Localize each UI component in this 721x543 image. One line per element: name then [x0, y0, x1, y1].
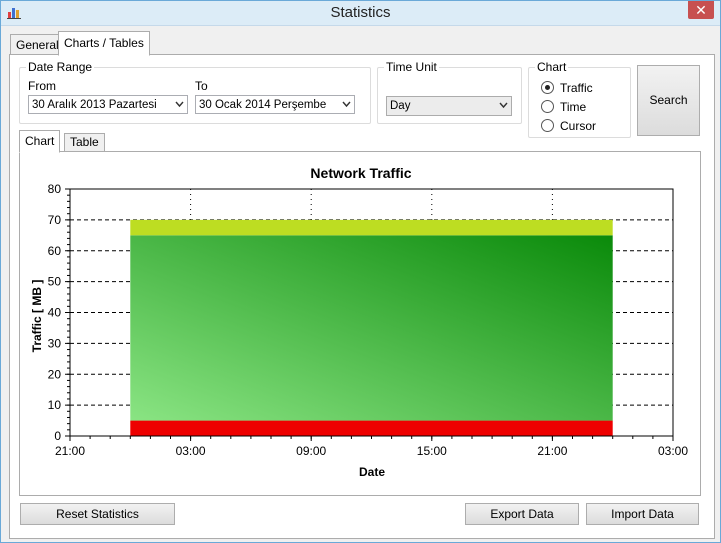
y-tick-label: 50: [48, 275, 62, 289]
radio-cursor-label: Cursor: [560, 119, 597, 133]
close-icon: ✕: [695, 2, 707, 18]
from-label: From: [28, 79, 56, 93]
x-tick-label: 03:00: [176, 444, 206, 458]
time-unit-group: Time Unit Day: [377, 60, 522, 124]
to-date-value: 30 Ocak 2014 Perşembe: [199, 99, 327, 111]
date-range-label: Date Range: [26, 60, 95, 74]
x-axis-label: Date: [359, 465, 385, 479]
time-unit-value: Day: [390, 100, 411, 112]
date-range-group: Date Range From 30 Aralık 2013 Pazartesi…: [19, 60, 371, 124]
statistics-window: Statistics ✕ General Charts / Tables Dat…: [0, 0, 721, 543]
area-series-0: [130, 420, 613, 436]
tab-general[interactable]: General: [10, 34, 65, 56]
radio-time-button[interactable]: [541, 100, 554, 113]
chevron-down-icon: [499, 102, 508, 109]
close-button[interactable]: ✕: [688, 1, 714, 19]
x-tick-label: 21:00: [55, 444, 85, 458]
to-label: To: [195, 79, 208, 93]
radio-traffic-button[interactable]: [541, 81, 554, 94]
tab-chart-label: Chart: [25, 134, 55, 148]
x-tick-label: 09:00: [296, 444, 326, 458]
x-tick-label: 03:00: [658, 444, 688, 458]
y-tick-label: 40: [48, 306, 62, 320]
reset-statistics-button[interactable]: Reset Statistics: [20, 503, 175, 525]
search-button[interactable]: Search: [637, 65, 700, 136]
time-unit-label: Time Unit: [384, 60, 439, 74]
y-tick-label: 60: [48, 244, 62, 258]
y-axis-label: Traffic [ MB ]: [30, 280, 44, 353]
tab-charts-tables[interactable]: Charts / Tables: [58, 31, 150, 56]
import-data-button[interactable]: Import Data: [586, 503, 699, 525]
chart-panel: Network Traffic 0 10 20 30 40 50 60 70 80 21:00 03…: [19, 151, 701, 496]
radio-cursor-button[interactable]: [541, 119, 554, 132]
area-series-1: [130, 235, 613, 421]
chart-type-label: Chart: [535, 60, 569, 74]
tab-table[interactable]: Table: [64, 133, 105, 152]
window-title: Statistics: [330, 4, 391, 21]
tab-charts-tables-label: Charts / Tables: [64, 36, 144, 50]
chevron-down-icon: [175, 101, 184, 108]
area-series-2: [130, 219, 613, 236]
radio-traffic-label: Traffic: [560, 81, 593, 95]
y-tick-label: 30: [48, 336, 62, 350]
y-tick-label: 70: [48, 213, 62, 227]
tab-table-label: Table: [70, 135, 99, 149]
y-tick-label: 0: [54, 429, 61, 443]
radio-time-label: Time: [560, 100, 587, 114]
time-unit-select[interactable]: Day: [386, 96, 512, 116]
x-tick-label: 21:00: [537, 444, 567, 458]
title-bar: Statistics ✕: [1, 1, 720, 26]
chart-title: Network Traffic: [310, 165, 411, 181]
chart-type-group: Chart Traffic Time Cursor: [528, 60, 631, 138]
export-data-button[interactable]: Export Data: [465, 503, 579, 525]
tab-general-label: General: [16, 38, 59, 52]
tab-chart[interactable]: Chart: [19, 130, 61, 153]
from-date-value: 30 Aralık 2013 Pazartesi: [32, 99, 157, 111]
from-date-picker[interactable]: 30 Aralık 2013 Pazartesi: [28, 95, 188, 114]
network-traffic-chart: Network Traffic 0 10 20 30 40 50 60 70 80 21:00 03…: [30, 165, 688, 479]
y-tick-label: 20: [48, 367, 62, 381]
to-date-picker[interactable]: 30 Ocak 2014 Perşembe: [195, 95, 355, 114]
chevron-down-icon: [342, 101, 351, 108]
y-tick-label: 10: [48, 398, 62, 412]
y-tick-label: 80: [48, 182, 62, 196]
x-tick-label: 15:00: [417, 444, 447, 458]
